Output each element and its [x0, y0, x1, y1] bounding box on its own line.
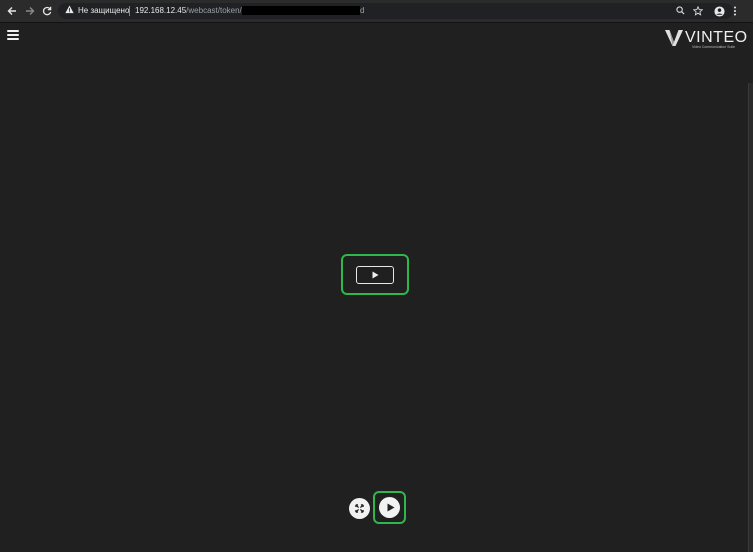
center-play-highlight	[341, 254, 409, 295]
webcast-page: VINTEO Video Communication Suite	[0, 23, 753, 552]
vinteo-logo: VINTEO Video Communication Suite	[664, 29, 747, 51]
bookmark-button[interactable]	[691, 4, 705, 18]
url-tail: d	[360, 6, 365, 15]
url-path: /webcast/token/ed	[186, 6, 251, 15]
arrow-right-icon	[26, 7, 35, 15]
zoom-button[interactable]	[673, 4, 687, 18]
play-icon	[372, 271, 379, 279]
more-vertical-icon	[734, 6, 736, 16]
url-host: 192.168.12.45	[135, 6, 187, 15]
account-icon	[713, 6, 725, 17]
arrow-left-icon	[7, 7, 16, 15]
address-separator	[129, 6, 130, 16]
search-icon	[675, 6, 685, 15]
play-button[interactable]	[379, 497, 400, 518]
center-play-button[interactable]	[356, 266, 394, 284]
logo-v-mark	[665, 30, 683, 46]
redacted-token	[242, 6, 360, 15]
back-button[interactable]	[4, 3, 20, 19]
url-text[interactable]: 192.168.12.45/webcast/token/ed	[135, 5, 251, 17]
reload-button[interactable]	[39, 3, 55, 19]
address-bar[interactable]: Не защищено 192.168.12.45/webcast/token/…	[58, 3, 736, 19]
forward-button[interactable]	[22, 3, 38, 19]
expand-icon	[355, 504, 364, 513]
bottom-play-highlight	[373, 491, 406, 524]
star-icon	[692, 5, 704, 16]
browser-toolbar: Не защищено 192.168.12.45/webcast/token/…	[0, 0, 753, 23]
profile-button[interactable]	[712, 4, 726, 18]
hamburger-icon[interactable]	[7, 30, 19, 40]
play-icon	[387, 503, 395, 512]
warning-icon	[65, 5, 74, 18]
reload-icon	[42, 6, 52, 16]
window-edge	[748, 83, 753, 552]
security-status[interactable]: Не защищено	[78, 5, 129, 17]
logo-tagline: Video Communication Suite	[692, 45, 736, 49]
fullscreen-button[interactable]	[349, 498, 370, 519]
browser-menu-button[interactable]	[728, 4, 742, 18]
